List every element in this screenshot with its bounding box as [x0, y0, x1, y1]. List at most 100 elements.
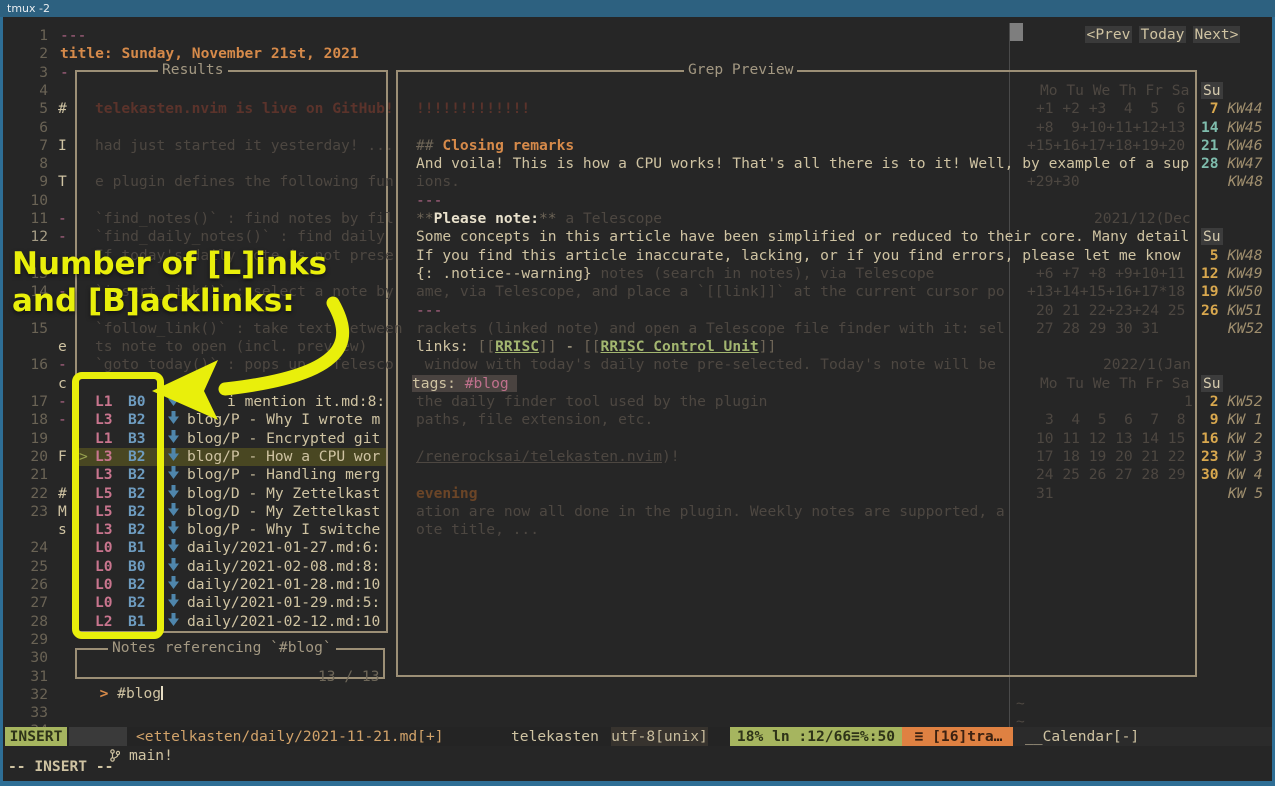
calendar-prev-button[interactable]: <Prev [1085, 26, 1132, 43]
calendar-date[interactable]: 30 KW 4 [1201, 466, 1263, 484]
preview-line: window with today's daily note pre-selec… [416, 356, 996, 374]
line-number: 25 [18, 558, 48, 576]
line-number: 10 [18, 192, 48, 210]
line-number: 12 [18, 228, 48, 246]
down-arrow-icon [168, 539, 179, 557]
prompt-counter: 13 / 13 [318, 668, 380, 686]
line-number: 17 [18, 393, 48, 411]
window-separator-grip[interactable] [1010, 23, 1023, 41]
calendar-date[interactable]: 28 KW47 [1201, 155, 1263, 173]
calendar-statusline: __Calendar[-] [1013, 727, 1275, 746]
prompt-input[interactable]: > #blog [82, 667, 163, 685]
calendar-date[interactable]: 12 KW49 [1201, 265, 1263, 283]
results-dim-line: `find_notes()` : find notes by fil [95, 210, 394, 228]
calendar-dim-week: 17 18 19 20 21 22 [1036, 448, 1185, 466]
line-number: 33 [18, 704, 48, 722]
calendar-date[interactable]: 23 KW 3 [1201, 448, 1263, 466]
calendar-date[interactable]: 5 KW48 [1201, 247, 1263, 265]
buffer-gutter-char: - [58, 393, 67, 411]
result-filename: blog/P - How a CPU wor [187, 448, 380, 466]
down-arrow-icon [168, 521, 179, 539]
mode-indicator: INSERT [5, 727, 67, 746]
calendar-su-header: Su [1201, 228, 1223, 246]
buffer-gutter-char: e [58, 338, 67, 356]
result-filename: daily/2021-01-28.md:10 [187, 576, 380, 594]
calendar-date[interactable]: 14 KW45 [1201, 119, 1263, 137]
preview-line: --- [416, 302, 442, 320]
line-number: 21 [18, 466, 48, 484]
window-title: tmux -2 [7, 2, 50, 15]
calendar-week-label: KW 5 [1228, 485, 1263, 503]
prompt-panel-title: Notes referencing `#blog` [108, 640, 336, 656]
preview-line: ation are now all done in the plugin. We… [416, 503, 1195, 521]
calendar-month-header: 2021/12(Dec [1094, 210, 1191, 228]
line-number: 11 [18, 210, 48, 228]
line-number: 22 [18, 485, 48, 503]
results-panel-title: Results [158, 62, 228, 78]
calendar-su-header: Su [1201, 82, 1223, 100]
line-number: 18 [18, 411, 48, 429]
preview-line: ote title, ... [416, 521, 539, 539]
line-number: 30 [18, 649, 48, 667]
calendar-su-header: Su [1201, 375, 1223, 393]
line-number: 16 [18, 356, 48, 374]
preview-line: **Please note:** a Telescope [416, 210, 662, 228]
results-dim-line: had just started it yesterday! ... [95, 137, 394, 155]
line-number: 6 [18, 119, 48, 137]
results-dim-line: `find_daily_notes()` : find daily [95, 228, 385, 246]
result-filename: daily/2021-01-27.md:6: [187, 539, 380, 557]
cursor-position-segment: 18% ln :12/66≡%:50 [730, 727, 902, 746]
tab-segment[interactable]: ≡ [16]tra… [902, 727, 1015, 746]
calendar-dim-week: +8 9+10+11+12+13 [1036, 119, 1185, 137]
calendar-dim-week: 31 [1036, 485, 1054, 503]
buffer-line-frontmatter: --- [60, 27, 86, 45]
result-filename: daily/2021-02-12.md:10 [187, 613, 380, 631]
calendar-dim-week: +15+16+17+18+19+20 [1027, 137, 1185, 155]
filename-segment: <ettelkasten/daily/2021-11-21.md[+] [136, 727, 444, 746]
result-filename: blog/P - Handling merg [187, 466, 380, 484]
result-filename: blog/P - Why I switche [187, 521, 380, 539]
buffer-gutter-char: - [58, 210, 67, 228]
calendar-dim-weekdays: Mo Tu We Th Fr Sa [1040, 82, 1189, 100]
buffer-gutter-char: T [58, 173, 67, 191]
line-number: 9 [18, 173, 48, 191]
result-filename: daily/2021-01-29.md:5: [187, 594, 380, 612]
calendar-dim-week: +29+30 [1027, 173, 1080, 191]
down-arrow-icon [168, 503, 179, 521]
calendar-today-button[interactable]: Today [1139, 26, 1186, 43]
calendar-next-button[interactable]: Next> [1193, 26, 1240, 43]
line-number: 19 [18, 430, 48, 448]
calendar-dim-week: +6 +7 +8 +9+10+11 [1036, 265, 1185, 283]
empty-line-tilde: ~ [1016, 695, 1025, 713]
line-number: 15 [18, 320, 48, 338]
buffer-gutter-char: # [58, 100, 67, 118]
preview-line: /renerocksai/telekasten.nvim)! [416, 448, 680, 466]
preview-line: {: .notice--warning} notes (search in no… [416, 265, 934, 283]
buffer-gutter-char: s [58, 521, 67, 539]
calendar-date[interactable]: 2 KW52 [1201, 393, 1263, 411]
calendar-date[interactable]: 19 KW50 [1201, 283, 1263, 301]
tmux-titlebar: tmux -2 [0, 0, 1275, 17]
calendar-dim-week: 24 25 26 27 28 29 [1036, 466, 1185, 484]
calendar-dim-weekdays: Mo Tu We Th Fr Sa [1040, 375, 1189, 393]
line-number: 5 [18, 100, 48, 118]
preview-line: !!!!!!!!!!!!! [416, 100, 530, 118]
calendar-date[interactable]: 16 KW 2 [1201, 430, 1263, 448]
prompt-query: #blog [117, 685, 161, 702]
line-number: 23 [18, 503, 48, 521]
calendar-date[interactable]: 26 KW51 [1201, 302, 1263, 320]
calendar-month-header: 2022/1(Jan [1103, 356, 1191, 374]
calendar-date[interactable]: 7 KW44 [1201, 100, 1263, 118]
calendar-date[interactable]: 21 KW46 [1201, 137, 1263, 155]
result-filename: blog/D - My Zettelkast [187, 485, 380, 503]
calendar-week-label: KW52 [1228, 320, 1263, 338]
calendar-week-label: KW48 [1228, 173, 1263, 191]
calendar-date[interactable]: 9 KW 1 [1201, 411, 1263, 429]
buffer-line-title: title: Sunday, November 21st, 2021 [60, 45, 359, 63]
line-number: 29 [18, 631, 48, 649]
preview-line: rackets (linked note) and open a Telesco… [416, 320, 1005, 338]
statusline: INSERT main! <ettelkasten/daily/2021-11-… [3, 727, 1272, 746]
preview-line: And voila! This is how a CPU works! That… [416, 155, 1195, 173]
result-filename: daily/2021-02-08.md:8: [187, 558, 380, 576]
git-branch-label: main! [129, 747, 173, 764]
